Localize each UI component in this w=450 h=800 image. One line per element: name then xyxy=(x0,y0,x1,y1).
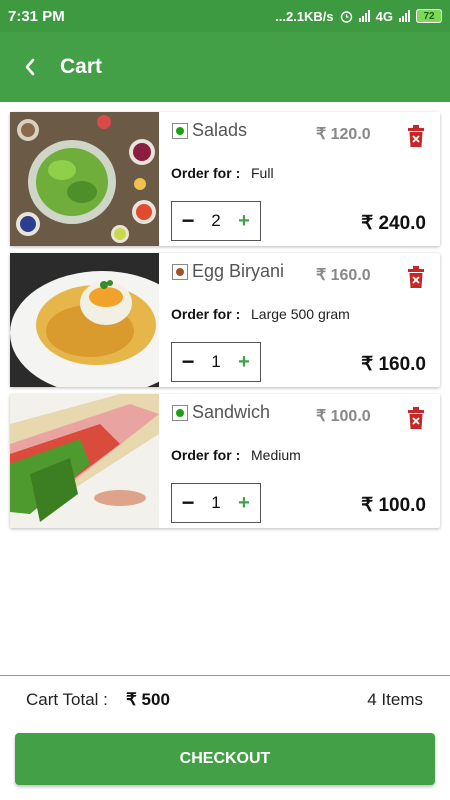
cart-total-label: Cart Total : xyxy=(26,690,108,709)
cart-item-salads: Salads ₹ 120.0 Order for : Full − 2 + ₹ … xyxy=(10,112,440,246)
back-button[interactable] xyxy=(0,32,60,102)
page-title: Cart xyxy=(60,55,103,78)
increase-button[interactable]: + xyxy=(236,492,252,515)
app-bar: Cart xyxy=(0,32,450,102)
order-for-value: Full xyxy=(251,165,274,181)
biryani-image xyxy=(10,253,159,387)
status-bar: 7:31 PM ...2.1KB/s 4G 72 xyxy=(0,0,450,32)
network-speed: ...2.1KB/s xyxy=(275,8,334,24)
chevron-left-icon xyxy=(25,58,35,76)
signal-icon-2 xyxy=(399,10,410,22)
order-for-value: Medium xyxy=(251,447,301,463)
cart-item-sandwich: Sandwich ₹ 100.0 Order for : Medium − 1 … xyxy=(10,394,440,528)
delete-icon[interactable] xyxy=(406,265,426,289)
quantity-stepper: − 1 + xyxy=(171,342,261,382)
items-count: 4 Items xyxy=(367,690,423,709)
item-total: ₹ 100.0 xyxy=(361,495,426,516)
alarm-icon xyxy=(340,10,352,23)
order-for-label: Order for : xyxy=(171,447,241,463)
increase-button[interactable]: + xyxy=(236,210,252,233)
item-total: ₹ 160.0 xyxy=(361,354,426,375)
network-type: 4G xyxy=(375,8,393,24)
status-time: 7:31 PM xyxy=(8,7,65,25)
quantity-value: 1 xyxy=(211,352,221,371)
checkout-button[interactable]: CHECKOUT xyxy=(15,733,435,785)
order-for-label: Order for : xyxy=(171,165,241,181)
quantity-stepper: − 2 + xyxy=(171,201,261,241)
sandwich-image xyxy=(10,394,159,528)
quantity-value: 1 xyxy=(211,493,221,512)
item-unit-price: ₹ 160.0 xyxy=(316,267,371,284)
item-name: Egg Biryani xyxy=(192,261,285,281)
delete-icon[interactable] xyxy=(406,124,426,148)
item-name: Sandwich xyxy=(192,402,271,422)
order-for-value: Large 500 gram xyxy=(251,306,350,322)
cart-total-value: ₹ 500 xyxy=(126,690,170,709)
checkout-label: CHECKOUT xyxy=(179,750,271,767)
decrease-button[interactable]: − xyxy=(180,208,196,234)
veg-indicator-icon xyxy=(172,123,188,139)
non-veg-indicator-icon xyxy=(172,264,188,280)
veg-indicator-icon xyxy=(172,405,188,421)
signal-icon xyxy=(358,10,370,22)
order-for-label: Order for : xyxy=(171,306,241,322)
quantity-stepper: − 1 + xyxy=(171,483,261,523)
item-unit-price: ₹ 120.0 xyxy=(316,126,371,143)
battery-icon: 72 xyxy=(416,9,442,23)
cart-item-egg-biryani: Egg Biryani ₹ 160.0 Order for : Large 50… xyxy=(10,253,440,387)
decrease-button[interactable]: − xyxy=(180,349,196,375)
item-total: ₹ 240.0 xyxy=(361,213,426,234)
quantity-value: 2 xyxy=(211,211,221,230)
footer-divider xyxy=(0,675,450,676)
decrease-button[interactable]: − xyxy=(180,490,196,516)
delete-icon[interactable] xyxy=(406,406,426,430)
increase-button[interactable]: + xyxy=(236,351,252,374)
salad-image xyxy=(10,112,159,246)
item-unit-price: ₹ 100.0 xyxy=(316,408,371,425)
item-name: Salads xyxy=(192,120,248,140)
